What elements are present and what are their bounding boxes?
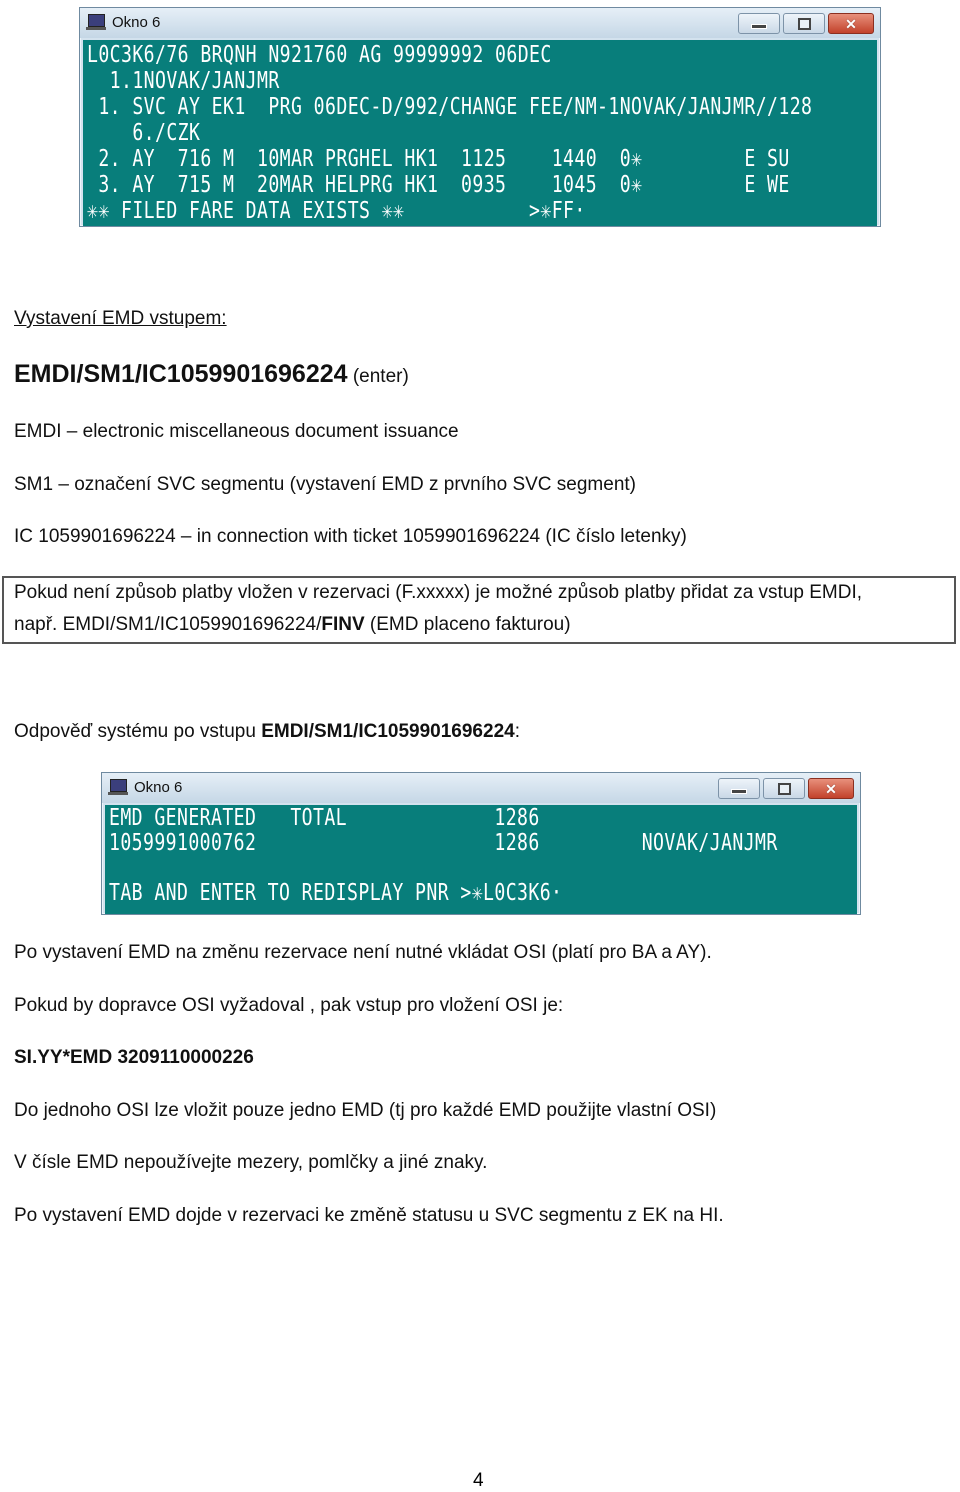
minimize-icon: [731, 789, 747, 794]
definition-emdi: EMDI – electronic miscellaneous document…: [14, 421, 459, 442]
section-heading: Vystavení EMD vstupem:: [14, 308, 227, 329]
osi-paragraph-1: Po vystavení EMD na změnu rezervace není…: [14, 942, 712, 963]
close-icon: ✕: [825, 780, 837, 797]
terminal-line: ✳✳ FILED FARE DATA EXISTS ✳✳ >✳FF·: [87, 198, 586, 224]
terminal-line: 3. AY 715 M 20MAR HELPRG HK1 0935 1045 0…: [87, 172, 790, 198]
terminal-line: EMD GENERATED TOTAL 1286: [109, 805, 540, 831]
maximize-button[interactable]: [763, 778, 805, 799]
maximize-icon: [778, 783, 791, 795]
terminal-window-pnr: Okno 6 ✕ L0C3K6/76 BRQNH N921760 AG 9999…: [79, 7, 881, 227]
computer-icon: [86, 14, 106, 32]
maximize-button[interactable]: [783, 13, 825, 34]
terminal-line: 1. SVC AY EK1 PRG 06DEC-D/992/CHANGE FEE…: [87, 94, 813, 120]
close-icon: ✕: [845, 15, 857, 32]
terminal-window-emd: Okno 6 ✕ EMD GENERATED TOTAL 1286 105999…: [101, 772, 861, 915]
note-suffix: (EMD placeno fakturou): [364, 614, 571, 635]
osi-paragraph-5: Po vystavení EMD dojde v rezervaci ke zm…: [14, 1205, 724, 1226]
command-suffix: (enter): [347, 366, 409, 387]
response-heading: Odpověď systému po vstupu EMDI/SM1/IC105…: [14, 721, 520, 743]
definition-sm1: SM1 – označení SVC segmentu (vystavení E…: [14, 474, 636, 495]
response-command: EMDI/SM1/IC1059901696224: [261, 721, 515, 742]
terminal-line: 1.1NOVAK/JANJMR: [87, 68, 280, 94]
window-title: Okno 6: [134, 779, 183, 796]
minimize-button[interactable]: [718, 778, 760, 799]
note-line-1: Pokud není způsob platby vložen v rezerv…: [14, 582, 863, 603]
osi-paragraph-3: Do jednoho OSI lze vložit pouze jedno EM…: [14, 1100, 717, 1121]
note-finv: FINV: [321, 614, 365, 635]
terminal-line: 1059991000762 1286 NOVAK/JANJMR: [109, 830, 778, 856]
osi-paragraph-4: V čísle EMD nepoužívejte mezery, pomlčky…: [14, 1152, 488, 1173]
osi-command: SI.YY*EMD 3209110000226: [14, 1047, 254, 1068]
terminal-line: L0C3K6/76 BRQNH N921760 AG 99999992 06DE…: [87, 42, 552, 68]
window-titlebar[interactable]: Okno 6 ✕: [80, 8, 880, 38]
emdi-command: EMDI/SM1/IC1059901696224: [14, 360, 348, 388]
close-button[interactable]: ✕: [808, 778, 854, 799]
window-titlebar[interactable]: Okno 6 ✕: [102, 773, 860, 803]
terminal-line: TAB AND ENTER TO REDISPLAY PNR >✳L0C3K6·: [109, 880, 563, 906]
osi-paragraph-2: Pokud by dopravce OSI vyžadoval , pak vs…: [14, 995, 564, 1016]
terminal-line: 2. AY 716 M 10MAR PRGHEL HK1 1125 1440 0…: [87, 146, 790, 172]
minimize-button[interactable]: [738, 13, 780, 34]
window-title: Okno 6: [112, 14, 161, 31]
response-suffix: :: [514, 721, 520, 742]
note-prefix: např. EMDI/SM1/IC1059901696224/: [14, 614, 322, 635]
command-line: EMDI/SM1/IC1059901696224 (enter): [14, 360, 409, 389]
terminal-screen[interactable]: L0C3K6/76 BRQNH N921760 AG 99999992 06DE…: [83, 40, 877, 226]
terminal-screen[interactable]: EMD GENERATED TOTAL 1286 1059991000762 1…: [105, 805, 857, 914]
note-line-2: např. EMDI/SM1/IC1059901696224/FINV (EMD…: [14, 614, 571, 636]
minimize-icon: [751, 24, 767, 29]
maximize-icon: [798, 18, 811, 30]
computer-icon: [108, 779, 128, 797]
terminal-line: 6./CZK: [87, 120, 201, 146]
definition-ic: IC 1059901696224 – in connection with ti…: [14, 526, 687, 547]
close-button[interactable]: ✕: [828, 13, 874, 34]
response-prefix: Odpověď systému po vstupu: [14, 721, 262, 742]
page-number: 4: [473, 1470, 484, 1491]
